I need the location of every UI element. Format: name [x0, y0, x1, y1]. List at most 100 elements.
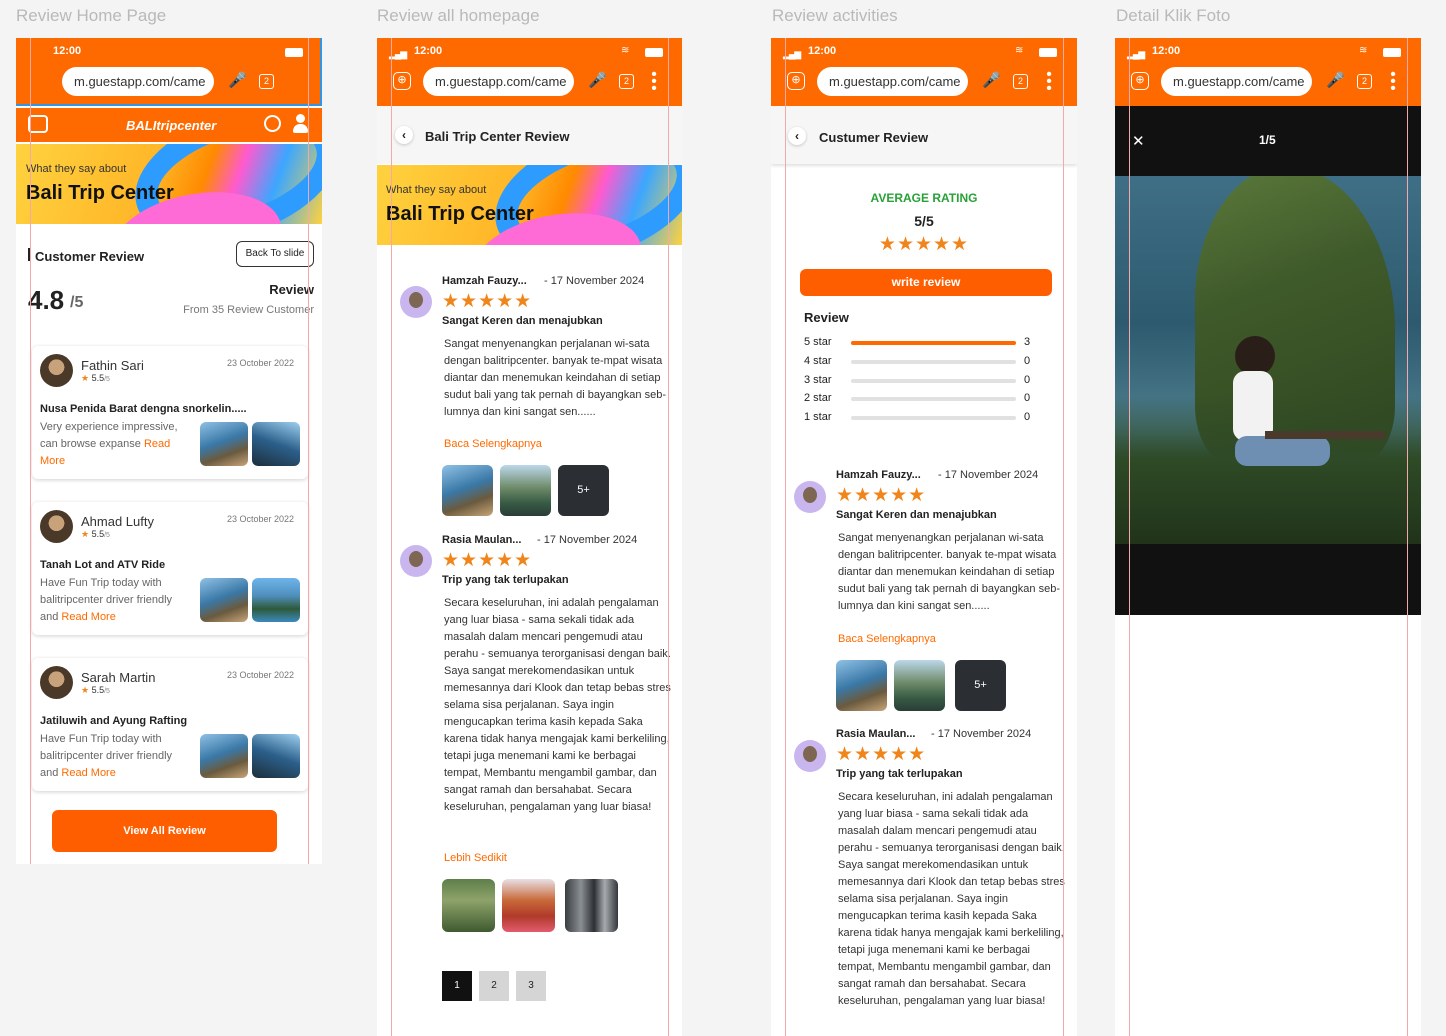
- browser-bar: ▂▄▆ 12:00 ≋ ⊕ m.guestapp.com/came 🎤 2 • •…: [771, 38, 1077, 106]
- reviewer-name: Hamzah Fauzy...: [442, 275, 527, 287]
- avatar: [40, 510, 73, 543]
- status-time: 12:00: [1152, 45, 1181, 57]
- breakdown-count: 0: [1024, 355, 1031, 367]
- wifi-icon: ≋: [1359, 45, 1368, 56]
- add-tab-icon[interactable]: ⊕: [1131, 72, 1149, 90]
- review-photo[interactable]: [200, 422, 248, 466]
- view-all-review-button[interactable]: View All Review: [52, 810, 277, 852]
- hero-title: Bali Trip Center: [26, 182, 174, 204]
- url-field[interactable]: m.guestapp.com/came: [817, 67, 968, 96]
- review-photo[interactable]: [200, 578, 248, 622]
- read-more-link[interactable]: Read More: [61, 611, 115, 623]
- layout-guide: [785, 38, 786, 1036]
- url-field[interactable]: m.guestapp.com/came: [1161, 67, 1312, 96]
- status-time: 12:00: [808, 45, 837, 57]
- all-review-frame: ▂▄▆ 12:00 ≋ ⊕ m.guestapp.com/came 🎤 2 • •…: [377, 38, 682, 1036]
- mic-icon[interactable]: 🎤: [1326, 71, 1345, 89]
- hero-subtitle: What they say about: [26, 163, 127, 175]
- user-icon[interactable]: [293, 114, 308, 134]
- rating-value: 4.8: [28, 285, 65, 315]
- mic-icon[interactable]: 🎤: [982, 71, 1001, 89]
- breakdown-bar: [851, 416, 1016, 420]
- read-more-link[interactable]: Baca Selengkapnya: [444, 438, 542, 450]
- review-date: 23 October 2022: [226, 358, 294, 368]
- back-to-slide-button[interactable]: Back To slide: [236, 241, 314, 267]
- back-chevron-icon[interactable]: ‹: [788, 127, 806, 145]
- review-photo[interactable]: [442, 465, 493, 516]
- url-field[interactable]: m.guestapp.com/came: [423, 67, 574, 96]
- breakdown-label: 2 star: [804, 392, 832, 404]
- reviewer-name: Fathin Sari: [81, 358, 144, 373]
- review-photo[interactable]: [200, 734, 248, 778]
- tab-count-icon[interactable]: 2: [1357, 74, 1372, 89]
- status-time: 12:00: [414, 45, 443, 57]
- review-card[interactable]: Sarah Martin 23 October 2022 ★ 5.5/5 Jat…: [32, 658, 308, 791]
- reviewer-name: Hamzah Fauzy...: [836, 469, 921, 481]
- breakdown-count: 0: [1024, 392, 1031, 404]
- breakdown-label: 4 star: [804, 355, 832, 367]
- app-logo[interactable]: BALItripcenter: [126, 118, 216, 133]
- review-photo[interactable]: [442, 879, 495, 932]
- tab-count-icon[interactable]: 2: [1013, 74, 1028, 89]
- review-photo[interactable]: [500, 465, 551, 516]
- photo-viewer: ✕ 1/5: [1115, 106, 1421, 615]
- breakdown-count: 0: [1024, 374, 1031, 386]
- page-button[interactable]: 1: [442, 971, 472, 1001]
- breakdown-count: 0: [1024, 411, 1031, 423]
- browser-bar: ▂▄▆ 12:00 ≋ ⊕ m.guestapp.com/came 🎤 2 • •…: [1115, 38, 1421, 106]
- page-button[interactable]: 3: [516, 971, 546, 1001]
- review-card[interactable]: Ahmad Lufty 23 October 2022 ★ 5.5/5 Tana…: [32, 502, 308, 635]
- close-icon[interactable]: ✕: [1132, 132, 1145, 150]
- read-more-link[interactable]: Read More: [61, 767, 115, 779]
- review-photo[interactable]: [502, 879, 555, 932]
- breakdown-count: 3: [1024, 336, 1031, 348]
- frame-title-home: Review Home Page: [16, 6, 167, 25]
- globe-icon[interactable]: [264, 115, 281, 132]
- review-photo[interactable]: [565, 879, 618, 932]
- more-photos[interactable]: 5+: [955, 660, 1006, 711]
- write-review-button[interactable]: write review: [800, 269, 1052, 296]
- review-body: Secara keseluruhan, ini adalah pengalama…: [838, 791, 1065, 1007]
- layout-guide: [1129, 38, 1130, 1036]
- more-menu-icon[interactable]: • • •: [1390, 67, 1396, 97]
- layout-guide: [1407, 38, 1408, 1036]
- add-tab-icon[interactable]: ⊕: [393, 72, 411, 90]
- review-title: Tanah Lot and ATV Ride: [40, 559, 166, 571]
- tab-count-icon[interactable]: 2: [619, 74, 634, 89]
- score: ★ 5.5/5: [81, 685, 110, 695]
- wifi-icon: ≋: [621, 45, 630, 56]
- review-body: Sangat menyenangkan perjalanan wi-sata d…: [444, 338, 666, 418]
- review-date: - 17 November 2024: [537, 534, 638, 546]
- score: ★ 5.5/5: [81, 529, 110, 539]
- frame-title-all: Review all homepage: [377, 6, 540, 25]
- add-tab-icon[interactable]: ⊕: [787, 72, 805, 90]
- score: ★ 5.5/5: [81, 373, 110, 383]
- review-card[interactable]: Fathin Sari 23 October 2022 ★ 5.5/5 Nusa…: [32, 346, 308, 479]
- layout-guide: [391, 38, 392, 1036]
- review-photo[interactable]: [252, 734, 300, 778]
- review-photo[interactable]: [894, 660, 945, 711]
- hero-title: Bali Trip Center: [386, 203, 534, 225]
- layout-guide: [1063, 38, 1064, 1036]
- more-menu-icon[interactable]: • • •: [651, 67, 657, 97]
- back-chevron-icon[interactable]: ‹: [395, 126, 413, 144]
- more-photos[interactable]: 5+: [558, 465, 609, 516]
- read-more-link[interactable]: Baca Selengkapnya: [838, 633, 936, 645]
- review-title: Sangat Keren dan menajubkan: [442, 315, 603, 327]
- section-title: Customer Review: [35, 249, 145, 264]
- wifi-icon: ≋: [1015, 45, 1024, 56]
- breakdown-label: 3 star: [804, 374, 832, 386]
- mic-icon[interactable]: 🎤: [588, 71, 607, 89]
- show-less-link[interactable]: Lebih Sedikit: [444, 852, 507, 864]
- review-photo[interactable]: [836, 660, 887, 711]
- page-title: Custumer Review: [819, 130, 929, 145]
- page-header: ‹ Bali Trip Center Review: [377, 106, 682, 164]
- menu-icon[interactable]: [28, 115, 48, 133]
- frame-title-activities: Review activities: [772, 6, 898, 25]
- page-button[interactable]: 2: [479, 971, 509, 1001]
- review-photo[interactable]: [252, 422, 300, 466]
- review-body: Secara keseluruhan, ini adalah pengalama…: [444, 597, 671, 813]
- review-photo[interactable]: [252, 578, 300, 622]
- more-menu-icon[interactable]: • • •: [1046, 67, 1052, 97]
- full-photo[interactable]: [1115, 176, 1421, 544]
